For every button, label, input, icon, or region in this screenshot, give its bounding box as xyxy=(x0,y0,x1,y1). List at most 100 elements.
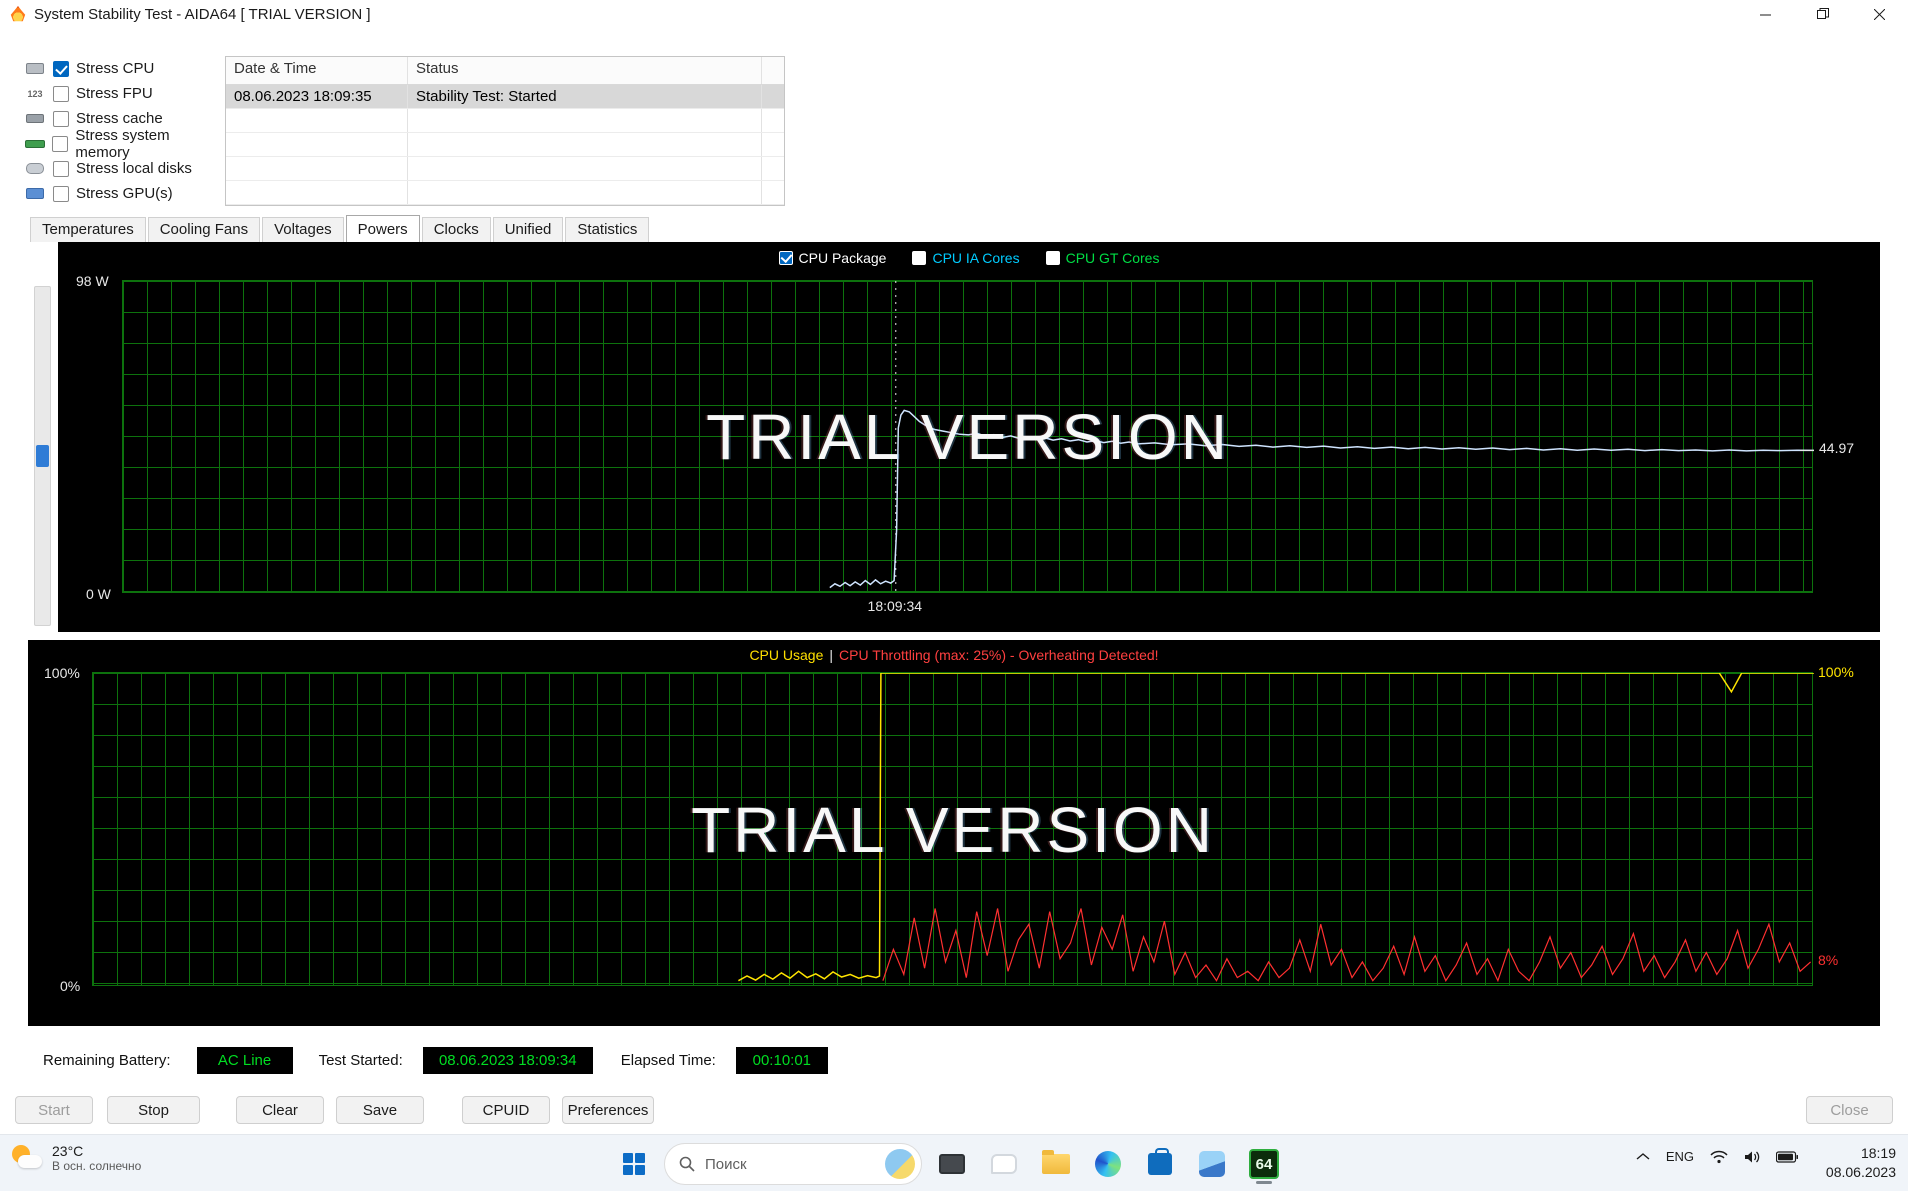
table-row xyxy=(226,181,784,205)
battery-label: Remaining Battery: xyxy=(43,1052,171,1069)
tab-temperatures[interactable]: Temperatures xyxy=(30,217,146,242)
preferences-button[interactable]: Preferences xyxy=(562,1096,654,1124)
cpuid-button[interactable]: CPUID xyxy=(462,1096,550,1124)
stress-options-panel: Stress CPU 123 Stress FPU Stress cache S… xyxy=(24,56,224,206)
taskbar-app-task-view[interactable] xyxy=(930,1142,974,1186)
taskbar-app-photos[interactable] xyxy=(1190,1142,1234,1186)
close-button[interactable] xyxy=(1851,0,1908,28)
taskbar-weather-widget[interactable]: 23°C В осн. солнечно xyxy=(10,1143,141,1173)
weather-sun-cloud-icon xyxy=(10,1143,44,1173)
legend-cpu-gt-cores-checkbox[interactable] xyxy=(1046,251,1060,265)
status-bar: Remaining Battery: AC Line Test Started:… xyxy=(0,1040,1908,1080)
tray-chevron-up-icon[interactable] xyxy=(1636,1152,1650,1161)
wifi-icon[interactable] xyxy=(1710,1150,1728,1164)
power-y-max-label: 98 W xyxy=(76,273,109,289)
language-indicator[interactable]: ENG xyxy=(1666,1149,1694,1164)
save-button[interactable]: Save xyxy=(336,1096,424,1124)
taskbar-clock[interactable]: 18:19 08.06.2023 xyxy=(1826,1144,1896,1182)
event-log-table: Date & Time Status 08.06.2023 18:09:35 S… xyxy=(225,56,785,206)
stress-option-memory[interactable]: Stress system memory xyxy=(24,131,224,156)
power-end-value: 44.97 xyxy=(1819,440,1854,456)
cache-icon xyxy=(24,111,46,127)
stress-gpu-checkbox[interactable] xyxy=(53,186,69,202)
throttle-end-value: 8% xyxy=(1818,952,1838,968)
start-button[interactable]: Start xyxy=(15,1096,93,1124)
taskbar-center: Поиск 64 xyxy=(612,1142,1286,1186)
taskbar-app-chat[interactable] xyxy=(982,1142,1026,1186)
tab-statistics[interactable]: Statistics xyxy=(565,217,649,242)
disk-icon xyxy=(24,161,46,177)
legend-cpu-ia-cores-checkbox[interactable] xyxy=(912,251,926,265)
stress-option-cpu[interactable]: Stress CPU xyxy=(24,56,224,81)
column-header-status[interactable]: Status xyxy=(408,57,762,84)
weather-description: В осн. солнечно xyxy=(52,1159,141,1173)
tab-voltages[interactable]: Voltages xyxy=(262,217,344,242)
taskbar: 23°C В осн. солнечно Поиск 64 xyxy=(0,1134,1908,1191)
stress-gpu-label: Stress GPU(s) xyxy=(76,185,173,202)
memory-icon xyxy=(24,136,45,152)
taskbar-app-edge[interactable] xyxy=(1086,1142,1130,1186)
restore-button[interactable] xyxy=(1794,0,1851,28)
photos-icon xyxy=(1199,1151,1225,1177)
taskbar-app-aida64[interactable]: 64 xyxy=(1242,1142,1286,1186)
legend-cpu-ia-cores[interactable]: CPU IA Cores xyxy=(912,250,1019,266)
table-row xyxy=(226,157,784,181)
start-button-taskbar[interactable] xyxy=(612,1142,656,1186)
usage-chart-panel: CPU Usage|CPU Throttling (max: 25%) - Ov… xyxy=(28,640,1880,1026)
taskbar-search[interactable]: Поиск xyxy=(664,1143,922,1185)
screen: System Stability Test - AIDA64 [ TRIAL V… xyxy=(0,0,1908,1191)
battery-value-badge: AC Line xyxy=(197,1047,293,1074)
trial-watermark: TRIAL VERSION xyxy=(706,400,1230,474)
tab-cooling-fans[interactable]: Cooling Fans xyxy=(148,217,260,242)
elapsed-time-label: Elapsed Time: xyxy=(621,1052,716,1069)
stress-cache-checkbox[interactable] xyxy=(53,111,69,127)
restore-icon xyxy=(1817,8,1829,20)
window-title: System Stability Test - AIDA64 [ TRIAL V… xyxy=(34,6,371,23)
stress-cpu-checkbox[interactable] xyxy=(53,61,69,77)
gpu-icon xyxy=(24,186,46,202)
test-started-label: Test Started: xyxy=(319,1052,403,1069)
stress-disks-checkbox[interactable] xyxy=(53,161,69,177)
power-chart-legend: CPU Package CPU IA Cores CPU GT Cores xyxy=(58,250,1880,266)
cpu-usage-title: CPU Usage xyxy=(749,647,823,663)
stress-disks-label: Stress local disks xyxy=(76,160,192,177)
running-app-indicator xyxy=(1256,1181,1272,1184)
elapsed-time-value-badge: 00:10:01 xyxy=(736,1047,828,1074)
stop-button[interactable]: Stop xyxy=(107,1096,200,1124)
stress-fpu-checkbox[interactable] xyxy=(53,86,69,102)
taskbar-app-file-explorer[interactable] xyxy=(1034,1142,1078,1186)
taskbar-tray: ENG xyxy=(1636,1149,1798,1164)
windows-logo-icon xyxy=(623,1153,645,1175)
chart-scale-slider[interactable] xyxy=(34,286,51,626)
minimize-icon xyxy=(1760,9,1771,20)
tab-unified[interactable]: Unified xyxy=(493,217,564,242)
minimize-button[interactable] xyxy=(1737,0,1794,28)
title-bar: System Stability Test - AIDA64 [ TRIAL V… xyxy=(0,0,1908,28)
column-header-empty xyxy=(762,57,784,84)
volume-icon[interactable] xyxy=(1744,1150,1760,1164)
close-test-button[interactable]: Close xyxy=(1806,1096,1893,1124)
power-x-label: 18:09:34 xyxy=(868,598,923,614)
table-row[interactable]: 08.06.2023 18:09:35 Stability Test: Star… xyxy=(226,85,784,109)
close-icon xyxy=(1874,9,1885,20)
legend-cpu-package-checkbox[interactable] xyxy=(779,251,793,265)
search-icon xyxy=(679,1156,695,1172)
battery-icon[interactable] xyxy=(1776,1151,1798,1163)
aida64-flame-icon xyxy=(10,6,26,22)
tab-powers[interactable]: Powers xyxy=(346,215,420,242)
column-header-datetime[interactable]: Date & Time xyxy=(226,57,408,84)
taskbar-app-store[interactable] xyxy=(1138,1142,1182,1186)
legend-cpu-package-label: CPU Package xyxy=(799,250,887,266)
weather-temperature: 23°C xyxy=(52,1143,141,1159)
stress-option-fpu[interactable]: 123 Stress FPU xyxy=(24,81,224,106)
stress-memory-checkbox[interactable] xyxy=(52,136,68,152)
legend-cpu-package[interactable]: CPU Package xyxy=(779,250,887,266)
stress-option-gpu[interactable]: Stress GPU(s) xyxy=(24,181,224,206)
clock-time: 18:19 xyxy=(1826,1144,1896,1163)
legend-cpu-gt-cores[interactable]: CPU GT Cores xyxy=(1046,250,1160,266)
chart-scale-slider-handle[interactable] xyxy=(36,445,49,467)
tab-clocks[interactable]: Clocks xyxy=(422,217,491,242)
usage-y-min-label: 0% xyxy=(60,978,80,994)
clear-button[interactable]: Clear xyxy=(236,1096,324,1124)
power-y-min-label: 0 W xyxy=(86,586,111,602)
